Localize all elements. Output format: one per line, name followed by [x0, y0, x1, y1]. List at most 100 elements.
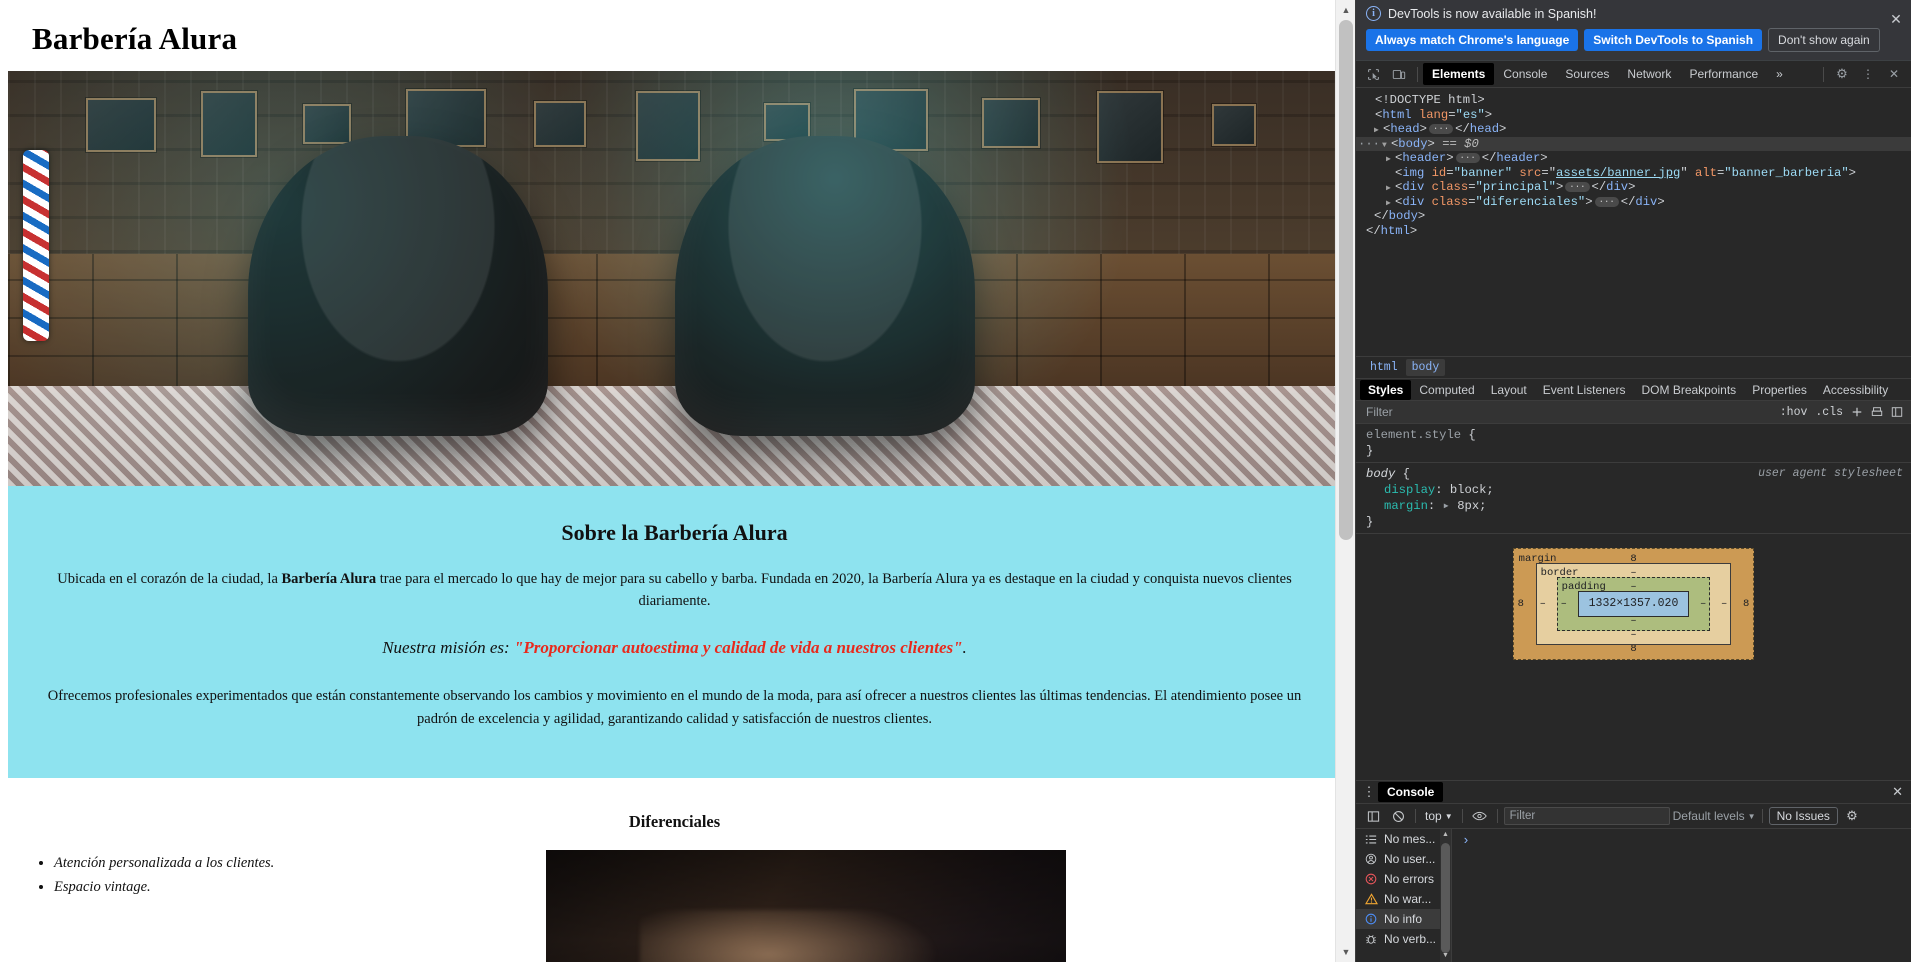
drawer-tab-console[interactable]: Console [1378, 782, 1444, 802]
toggle-sidebar-icon[interactable] [1887, 403, 1907, 421]
console-levels-selector[interactable]: Default levels ▼ [1673, 809, 1756, 823]
styles-filter-input[interactable] [1364, 404, 1776, 420]
breadcrumb-item-html[interactable]: html [1364, 359, 1404, 376]
property-margin[interactable]: margin [1366, 499, 1428, 513]
dom-line-body[interactable]: ··· ▼ <body> == $0 [1356, 136, 1911, 151]
clear-console-icon[interactable] [1387, 806, 1409, 826]
dom-line-body-close[interactable]: </body> [1356, 209, 1911, 224]
principal-mission: Nuestra misión es: "Proporcionar autoest… [40, 635, 1309, 661]
cls-toggle[interactable]: .cls [1811, 406, 1847, 419]
scroll-up-icon[interactable]: ▲ [1336, 0, 1355, 20]
console-sidebar-scroll-thumb[interactable] [1441, 843, 1450, 953]
tab-properties[interactable]: Properties [1744, 380, 1815, 400]
console-sidebar-item-warnings[interactable]: No war... [1356, 889, 1451, 909]
chevron-down-icon: ▼ [1444, 811, 1453, 821]
console-context-selector[interactable]: top ▼ [1422, 809, 1456, 823]
box-model-padding[interactable]: padding – – – – 1332×1357.020 [1556, 577, 1711, 631]
console-sidebar[interactable]: No mes... No user... No errors No war...… [1356, 829, 1452, 962]
settings-gear-icon[interactable]: ⚙ [1829, 62, 1855, 86]
console-filter-input[interactable] [1503, 807, 1670, 825]
rule-element-style[interactable]: element.style { } [1356, 424, 1911, 463]
rule-body[interactable]: body { user agent stylesheet display: bl… [1356, 463, 1911, 534]
box-model-border[interactable]: border – – – – padding – – – – 1332×1357… [1535, 563, 1732, 645]
close-icon[interactable]: ✕ [1888, 11, 1904, 27]
console-sidebar-item-errors[interactable]: No errors [1356, 869, 1451, 889]
always-match-language-button[interactable]: Always match Chrome's language [1366, 29, 1579, 51]
hov-toggle[interactable]: :hov [1776, 406, 1812, 419]
tab-console[interactable]: Console [1494, 63, 1556, 85]
collapsed-children-icon[interactable]: ··· [1594, 196, 1619, 207]
dom-line-div-diferenciales[interactable]: ▶ <div class="diferenciales"> ··· </div> [1356, 195, 1911, 210]
dom-line-img-banner[interactable]: <img id="banner" src="assets/banner.jpg"… [1356, 166, 1911, 181]
drawer-close-icon[interactable]: ✕ [1884, 784, 1911, 800]
collapsed-children-icon[interactable]: ··· [1455, 153, 1480, 163]
border-right-value[interactable]: – [1721, 596, 1727, 612]
dom-line-doctype[interactable]: <!DOCTYPE html> [1356, 93, 1911, 108]
declaration-display[interactable]: display: block; [1366, 482, 1903, 498]
scroll-up-icon[interactable]: ▲ [1440, 829, 1451, 841]
tab-elements[interactable]: Elements [1423, 63, 1495, 85]
tab-performance[interactable]: Performance [1680, 63, 1767, 85]
inspect-element-icon[interactable] [1360, 62, 1386, 86]
tab-layout[interactable]: Layout [1483, 380, 1535, 400]
device-toolbar-icon[interactable] [1386, 62, 1412, 86]
dom-line-html[interactable]: <html lang="es"> [1356, 108, 1911, 123]
dom-line-html-close[interactable]: </html> [1356, 224, 1911, 239]
tab-styles[interactable]: Styles [1360, 379, 1412, 400]
new-style-rule-icon[interactable] [1847, 403, 1867, 421]
box-model-margin-box[interactable]: margin 8 8 8 8 border – – – – padding – … [1512, 548, 1755, 660]
console-sidebar-item-messages[interactable]: No mes... [1356, 829, 1451, 849]
console-sidebar-item-verbose[interactable]: No verb... [1356, 929, 1451, 949]
padding-right-value[interactable]: – [1700, 596, 1706, 612]
value-margin[interactable]: 8px; [1457, 499, 1486, 513]
collapsed-children-icon[interactable]: ··· [1428, 124, 1454, 134]
body-selector: body [1366, 467, 1396, 481]
img-src-value[interactable]: assets/banner.jpg [1556, 166, 1680, 180]
tab-dom-breakpoints[interactable]: DOM Breakpoints [1633, 380, 1744, 400]
margin-right-value[interactable]: 8 [1743, 596, 1749, 612]
padding-bottom-value[interactable]: – [1630, 613, 1636, 629]
breadcrumb-item-body[interactable]: body [1405, 359, 1446, 376]
console-prompt-icon[interactable]: › [1452, 829, 1911, 848]
no-issues-button[interactable]: No Issues [1768, 807, 1838, 825]
print-media-icon[interactable] [1867, 403, 1887, 421]
console-sidebar-scrollbar[interactable]: ▲ ▼ [1440, 829, 1451, 962]
switch-devtools-language-button[interactable]: Switch DevTools to Spanish [1584, 29, 1763, 51]
declaration-margin[interactable]: margin: ▸ 8px; [1366, 498, 1903, 514]
collapsed-children-icon[interactable]: ··· [1565, 182, 1590, 192]
live-expression-eye-icon[interactable] [1469, 806, 1491, 826]
console-settings-gear-icon[interactable]: ⚙ [1841, 806, 1863, 826]
diferenciales-class-value: "diferenciales" [1475, 194, 1586, 209]
elements-dom-tree[interactable]: <!DOCTYPE html> <html lang="es"> ▶ <head>… [1356, 88, 1911, 356]
dom-line-head[interactable]: ▶ <head> ··· </head> [1356, 122, 1911, 137]
dom-line-header[interactable]: ▶ <header> ··· </header> [1356, 151, 1911, 166]
console-output[interactable]: › [1452, 829, 1911, 962]
rule-origin[interactable]: user agent stylesheet [1758, 466, 1903, 482]
drawer-more-options-icon[interactable]: ⋮ [1360, 783, 1378, 801]
more-tabs-icon[interactable]: » [1767, 63, 1792, 85]
scroll-down-icon[interactable]: ▼ [1336, 942, 1355, 962]
close-devtools-icon[interactable]: ✕ [1881, 62, 1907, 86]
value-display[interactable]: block; [1450, 483, 1494, 497]
console-sidebar-item-info[interactable]: No info [1356, 909, 1451, 929]
tab-computed[interactable]: Computed [1411, 380, 1482, 400]
tab-accessibility[interactable]: Accessibility [1815, 380, 1896, 400]
padding-left-value[interactable]: – [1561, 596, 1567, 612]
console-sidebar-toggle-icon[interactable] [1362, 806, 1384, 826]
page-scrollbar[interactable]: ▲ ▼ [1335, 0, 1355, 962]
tab-event-listeners[interactable]: Event Listeners [1535, 380, 1634, 400]
styles-rules-pane[interactable]: element.style { } body { user agent styl… [1356, 424, 1911, 780]
more-options-icon[interactable]: ⋮ [1855, 62, 1881, 86]
tab-sources[interactable]: Sources [1556, 63, 1618, 85]
property-display[interactable]: display [1366, 483, 1435, 497]
console-sidebar-item-user-messages[interactable]: No user... [1356, 849, 1451, 869]
padding-top-value[interactable]: – [1630, 579, 1636, 595]
page-scrollbar-thumb[interactable] [1339, 20, 1353, 540]
tab-network[interactable]: Network [1618, 63, 1680, 85]
box-model-margin[interactable]: margin 8 8 8 8 border – – – – padding – … [1512, 548, 1755, 660]
dom-line-div-principal[interactable]: ▶ <div class="principal"> ··· </div> [1356, 180, 1911, 195]
scroll-down-icon[interactable]: ▼ [1440, 950, 1451, 962]
border-left-value[interactable]: – [1540, 596, 1546, 612]
dont-show-again-button[interactable]: Don't show again [1768, 28, 1880, 52]
margin-left-value[interactable]: 8 [1518, 596, 1524, 612]
